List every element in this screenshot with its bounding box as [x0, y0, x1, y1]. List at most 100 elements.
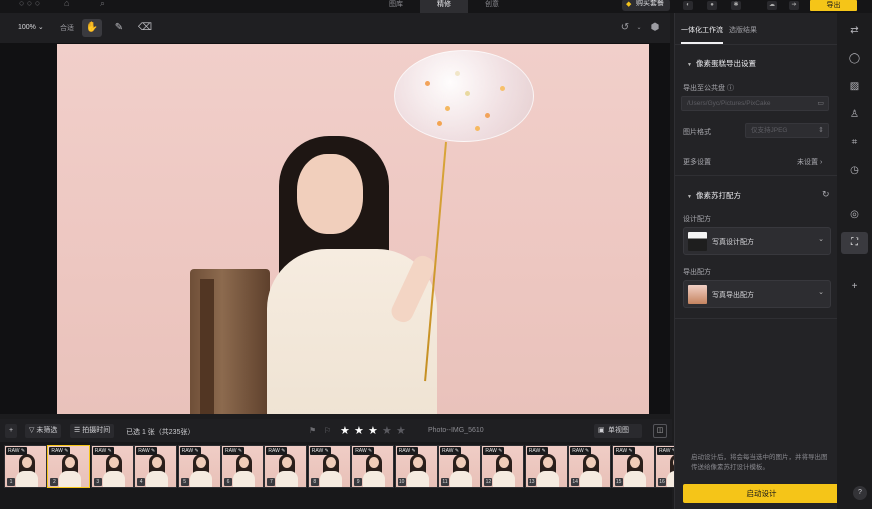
fit-button[interactable]: 合适	[60, 23, 74, 33]
cube-icon[interactable]: ⬢	[648, 21, 662, 35]
share-icon[interactable]: ➔	[789, 1, 799, 10]
zoom-select[interactable]: 100% ⌄	[18, 23, 44, 31]
more-settings-link[interactable]: 未设置 ›	[797, 157, 822, 167]
file-name: Photo--IMG_5610	[428, 427, 484, 434]
panel-tabs: 一体化工作流 选版结果	[675, 13, 838, 45]
section-pixcake-export[interactable]: ▼ 像素蛋糕导出设置	[687, 58, 756, 69]
tab-creative[interactable]: 创意	[468, 0, 516, 13]
star-4-icon[interactable]: ★	[382, 424, 392, 437]
start-design-button[interactable]: 启动设计	[683, 484, 840, 503]
thumbnail-number: 5	[180, 478, 189, 486]
filmstrip-thumbnail[interactable]: RAW ✎ 7	[264, 445, 308, 488]
filmstrip-thumbnail[interactable]: RAW ✎ 8	[307, 445, 351, 488]
tab-selection-result[interactable]: 选版结果	[729, 25, 757, 35]
section-pixsoda-recipe[interactable]: ▼ 像素苏打配方	[687, 190, 741, 201]
compare-view-icon[interactable]: ◫	[653, 424, 667, 438]
thumbnail-number: 15	[614, 478, 623, 486]
design-recipe-thumbnail	[688, 232, 707, 251]
filmstrip[interactable]: RAW ✎ 1 RAW ✎ 2 RAW ✎ 3 RAW ✎ 4 RAW ✎ 5 RAW ✎ 6 RAW …	[0, 442, 698, 509]
tab-integrated-workflow[interactable]: 一体化工作流	[681, 25, 723, 44]
raw-badge: RAW ✎	[6, 447, 28, 455]
crop-icon[interactable]: ⌗	[841, 132, 868, 154]
stepper-icon: ⇕	[818, 127, 824, 134]
single-view-button[interactable]: ▣ 单视图	[594, 424, 642, 438]
settings-icon[interactable]: ✱	[731, 1, 741, 10]
filmstrip-thumbnail[interactable]: RAW ✎ 1	[4, 445, 47, 488]
filmstrip-thumbnail[interactable]: RAW ✎ 9	[351, 445, 395, 488]
raw-badge: RAW ✎	[136, 447, 158, 455]
workflow-icon[interactable]: ⛶	[841, 232, 868, 254]
help-icon[interactable]: ?	[853, 486, 867, 500]
star-5-icon[interactable]: ★	[396, 424, 406, 437]
camera-icon[interactable]: ◎	[841, 204, 868, 226]
raw-badge: RAW ✎	[309, 447, 331, 455]
export-recipe-select[interactable]: 写真导出配方 ⌄	[683, 280, 831, 308]
star-3-icon[interactable]: ★	[368, 424, 378, 437]
raw-badge: RAW ✎	[440, 447, 462, 455]
star-1-icon[interactable]: ★	[340, 424, 350, 437]
hand-tool-icon[interactable]: ✋	[82, 19, 102, 37]
gem-icon: ◆	[626, 1, 632, 8]
folder-icon[interactable]: ▭	[817, 97, 824, 110]
flag-reject-icon[interactable]: ⚐	[324, 426, 331, 435]
design-hint-text: 启动设计后，将会每当选中的图片，并将导出图传送给像素苏打设计模板。	[691, 454, 828, 471]
thumbnail-number: 13	[527, 478, 536, 486]
canvas-toolbar: 100% ⌄ 合适 ✋ ✎ ⌫ ↺ ⌄ ⬢	[0, 13, 670, 43]
raw-badge: RAW ✎	[526, 447, 548, 455]
filter-button[interactable]: ▽ 未筛选	[25, 424, 62, 438]
raw-badge: RAW ✎	[179, 447, 201, 455]
home-icon[interactable]: ⌂	[64, 0, 69, 8]
tab-retouch[interactable]: 精修	[420, 0, 468, 13]
canvas-area[interactable]	[0, 43, 670, 414]
filmstrip-thumbnail[interactable]: RAW ✎ 14	[568, 445, 612, 488]
filmstrip-thumbnail[interactable]: RAW ✎ 4	[134, 445, 178, 488]
star-2-icon[interactable]: ★	[354, 424, 364, 437]
filmstrip-thumbnail[interactable]: RAW ✎ 10	[394, 445, 438, 488]
search-icon[interactable]: ⌕	[100, 0, 105, 9]
filmstrip-thumbnail[interactable]: RAW ✎ 13	[524, 445, 568, 488]
filmstrip-thumbnail[interactable]: RAW ✎ 11	[438, 445, 481, 488]
thumbnail-number: 11	[441, 478, 449, 486]
image-icon[interactable]: ▨	[841, 76, 868, 98]
user-icon[interactable]: ●	[707, 1, 717, 10]
add-icon[interactable]: +	[5, 424, 18, 438]
cloud-icon[interactable]: ☁	[767, 1, 777, 10]
tab-library[interactable]: 图库	[372, 0, 420, 13]
chevron-down-icon: ⌄	[818, 289, 824, 296]
filmstrip-thumbnail[interactable]: RAW ✎ 15	[611, 445, 655, 488]
brush-tool-icon[interactable]: ✎	[109, 19, 129, 37]
add-plugin-icon[interactable]: +	[841, 276, 868, 298]
filmstrip-thumbnail[interactable]: RAW ✎ 6	[221, 445, 264, 488]
buy-package-button[interactable]: ◆ 购买套餐	[622, 0, 670, 11]
refresh-icon[interactable]: ↻	[822, 189, 830, 200]
image-format-select[interactable]: 仅支持JPEG ⇕	[745, 123, 829, 138]
clothing-icon[interactable]: ♙	[841, 104, 868, 126]
design-recipe-select[interactable]: 写真设计配方 ⌄	[683, 227, 831, 255]
balloon-image	[394, 50, 534, 142]
filmstrip-thumbnail[interactable]: RAW ✎ 3	[90, 445, 134, 488]
more-settings-label: 更多设置	[683, 159, 711, 166]
thumbnail-number: 6	[224, 478, 232, 486]
raw-badge: RAW ✎	[266, 447, 288, 455]
chevron-down-icon[interactable]: ⌄	[632, 21, 646, 35]
adjust-sliders-icon[interactable]: ⇄	[841, 20, 868, 42]
filter-bar: + ▽ 未筛选 ☰ 拍摄时间 已选 1 张（共235张） ⚑ ⚐ ★ ★ ★ ★…	[0, 419, 672, 442]
filmstrip-thumbnail[interactable]: RAW ✎ 5	[177, 445, 221, 488]
export-path-field[interactable]: /Users/Gyc/Pictures/PixCake ▭	[681, 96, 829, 111]
filmstrip-thumbnail[interactable]: RAW ✎ 12	[481, 445, 525, 488]
window-controls-icon[interactable]: ○ ○ ○	[19, 0, 40, 8]
thumbnail-number: 9	[354, 478, 363, 486]
thumbnail-number: 1	[7, 478, 15, 486]
selection-count: 已选 1 张（共235张）	[126, 429, 195, 436]
thumbnail-number: 3	[93, 478, 102, 486]
skin-icon[interactable]: ◯	[841, 48, 868, 70]
flag-icon[interactable]: ⚑	[309, 426, 316, 435]
undo-icon[interactable]: ↺	[618, 21, 632, 35]
headset-icon[interactable]: ◐	[683, 1, 693, 10]
sort-button[interactable]: ☰ 拍摄时间	[70, 424, 115, 438]
filmstrip-thumbnail[interactable]: RAW ✎ 2	[47, 445, 91, 488]
eraser-tool-icon[interactable]: ⌫	[135, 19, 155, 37]
export-button[interactable]: 导出	[810, 0, 857, 11]
info-icon[interactable]: ⓘ	[727, 85, 734, 92]
history-icon[interactable]: ◷	[841, 160, 868, 182]
